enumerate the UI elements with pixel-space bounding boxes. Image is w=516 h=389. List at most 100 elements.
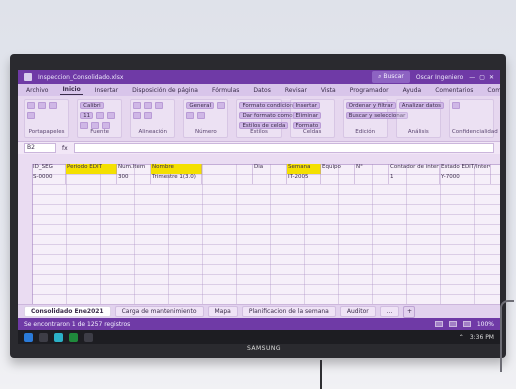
- system-tray-icons[interactable]: ⌃: [459, 334, 464, 341]
- header-cell[interactable]: Estado EDIT/Intervalo: [440, 164, 491, 174]
- excel-icon[interactable]: [69, 332, 78, 342]
- menu-tab-formulas[interactable]: Fórmulas: [210, 86, 241, 95]
- header-cell[interactable]: [202, 164, 253, 174]
- share-button[interactable]: Compartir: [485, 86, 500, 95]
- status-bar: Se encontraron 1 de 1257 registros 100%: [18, 318, 500, 330]
- format-cells-button[interactable]: Formato: [292, 122, 322, 129]
- cells-area[interactable]: [32, 164, 500, 304]
- number-format-select[interactable]: General: [186, 102, 215, 109]
- page-layout-icon[interactable]: [448, 321, 457, 327]
- ribbon-group-confidencialidad: Confidencialidad: [448, 99, 498, 138]
- menu-tab-inicio[interactable]: Inicio: [60, 85, 83, 95]
- data-cell[interactable]: [202, 174, 253, 184]
- align-center-icon[interactable]: [144, 102, 153, 109]
- cell-styles-button[interactable]: Estilos de celda: [239, 122, 289, 129]
- data-row: S-0000 300 Trimestre 1(3.0) IT-2005 1 Y-…: [32, 174, 500, 184]
- sheet-tab[interactable]: Planificacion de la semana: [241, 306, 336, 317]
- menu-tab-revisar[interactable]: Revisar: [283, 86, 309, 95]
- align-right-icon[interactable]: [155, 102, 164, 109]
- app-icon: [24, 73, 32, 81]
- menu-tab-archivo[interactable]: Archivo: [24, 86, 50, 95]
- menu-tab-insertar[interactable]: Insertar: [93, 86, 120, 95]
- menu-tab-disposicion[interactable]: Disposición de página: [130, 86, 200, 95]
- normal-view-icon[interactable]: [434, 321, 443, 327]
- data-cell[interactable]: S-0000: [32, 174, 66, 184]
- ribbon: Portapapeles Calibri 11 Fuente Alineació…: [18, 96, 500, 142]
- italic-icon[interactable]: [107, 112, 116, 119]
- data-cell[interactable]: [253, 174, 287, 184]
- status-right: 100%: [434, 321, 494, 328]
- menu-tab-programador[interactable]: Programador: [348, 86, 391, 95]
- ribbon-group-fuente: Calibri 11 Fuente: [77, 99, 123, 138]
- bold-icon[interactable]: [96, 112, 105, 119]
- paste-icon[interactable]: [27, 102, 35, 109]
- header-cell[interactable]: Dia: [253, 164, 287, 174]
- menu-tab-datos[interactable]: Datos: [251, 86, 272, 95]
- sheet-tab[interactable]: Mapa: [207, 306, 238, 317]
- data-cell[interactable]: Y-7000: [440, 174, 491, 184]
- maximize-icon[interactable]: ▢: [479, 74, 485, 81]
- file-explorer-icon[interactable]: [84, 332, 93, 342]
- data-cell[interactable]: IT-2005: [287, 174, 321, 184]
- sheet-tab[interactable]: Consolidado Ene2021: [24, 306, 111, 317]
- data-cell[interactable]: 300: [117, 174, 151, 184]
- underline-icon[interactable]: [80, 122, 89, 129]
- font-family-select[interactable]: Calibri: [80, 102, 104, 109]
- page-break-icon[interactable]: [462, 321, 471, 327]
- format-painter-icon[interactable]: [27, 112, 35, 119]
- comments-button[interactable]: Comentarios: [433, 86, 475, 95]
- data-cell[interactable]: [321, 174, 355, 184]
- header-cell-highlight[interactable]: Semana: [287, 164, 321, 174]
- add-sheet-icon[interactable]: +: [403, 305, 416, 318]
- currency-icon[interactable]: [217, 102, 226, 109]
- windows-start-icon[interactable]: [24, 332, 33, 342]
- wrap-text-icon[interactable]: [133, 112, 142, 119]
- header-cell[interactable]: N°: [355, 164, 389, 174]
- header-cell-highlight[interactable]: Nombre: [151, 164, 202, 174]
- data-cell[interactable]: Trimestre 1(3.0): [151, 174, 202, 184]
- header-cell[interactable]: Contador de intervalos: [389, 164, 440, 174]
- fill-color-icon[interactable]: [91, 122, 100, 129]
- data-cell[interactable]: [66, 174, 117, 184]
- sheet-tabs-bar: Consolidado Ene2021 Carga de mantenimien…: [18, 304, 500, 318]
- zoom-level[interactable]: 100%: [477, 321, 494, 328]
- analyze-data-button[interactable]: Analizar datos: [398, 102, 444, 109]
- comma-style-icon[interactable]: [197, 112, 206, 119]
- insert-cells-button[interactable]: Insertar: [292, 102, 320, 109]
- header-cell[interactable]: Num.Item: [117, 164, 151, 174]
- cut-icon[interactable]: [38, 102, 46, 109]
- window-controls[interactable]: — ▢ ✕: [469, 74, 494, 81]
- close-icon[interactable]: ✕: [489, 74, 494, 81]
- formula-input[interactable]: [73, 143, 494, 153]
- ribbon-group-numero: General Número: [183, 99, 229, 138]
- sort-filter-button[interactable]: Ordenar y filtrar: [345, 102, 396, 109]
- search-taskbar-icon[interactable]: [39, 332, 48, 342]
- ribbon-group-celdas: Insertar Eliminar Formato Celdas: [289, 99, 335, 138]
- sensitivity-controls: [451, 102, 491, 109]
- row-header-bar: [18, 164, 33, 304]
- sensitivity-icon[interactable]: [451, 102, 460, 109]
- data-cell[interactable]: [355, 174, 389, 184]
- user-name[interactable]: Oscar Ingeniero: [416, 74, 463, 81]
- sheet-tab[interactable]: Carga de mantenimiento: [114, 306, 204, 317]
- delete-cells-button[interactable]: Eliminar: [292, 112, 322, 119]
- header-cell-highlight[interactable]: Periodo EDIT: [66, 164, 117, 174]
- merge-center-icon[interactable]: [144, 112, 153, 119]
- header-cell[interactable]: ID_SEG: [32, 164, 66, 174]
- sheet-tab[interactable]: ...: [379, 306, 400, 317]
- menu-tab-vista[interactable]: Vista: [319, 86, 338, 95]
- clock[interactable]: 3:36 PM: [470, 334, 494, 341]
- font-size-select[interactable]: 11: [80, 112, 94, 119]
- edge-icon[interactable]: [54, 332, 63, 342]
- align-left-icon[interactable]: [133, 102, 142, 109]
- font-color-icon[interactable]: [102, 122, 111, 129]
- minimize-icon[interactable]: —: [469, 74, 475, 81]
- percent-icon[interactable]: [186, 112, 195, 119]
- data-cell[interactable]: 1: [389, 174, 440, 184]
- header-cell[interactable]: Equipo: [321, 164, 355, 174]
- sheet-tab[interactable]: Auditor: [339, 306, 376, 317]
- copy-icon[interactable]: [49, 102, 57, 109]
- search-box[interactable]: ⌕ Buscar: [372, 71, 410, 83]
- name-box[interactable]: B2: [24, 143, 56, 153]
- menu-tab-ayuda[interactable]: Ayuda: [401, 86, 424, 95]
